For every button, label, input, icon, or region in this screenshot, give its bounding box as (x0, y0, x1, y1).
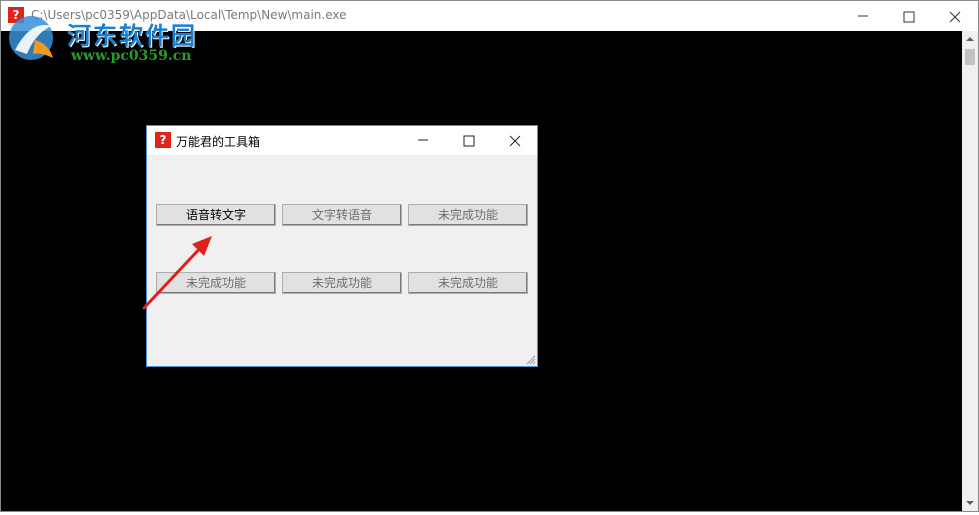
dialog-minimize-button[interactable] (400, 126, 446, 155)
scroll-down-arrow-icon[interactable] (962, 495, 978, 511)
dialog-maximize-button[interactable] (446, 126, 492, 155)
dialog-close-button[interactable] (492, 126, 538, 155)
maximize-icon (903, 11, 915, 23)
annotation-arrow-icon (142, 236, 212, 310)
scroll-up-arrow-icon[interactable] (962, 31, 978, 47)
unfinished-feature-button[interactable]: 未完成功能 (408, 272, 528, 294)
close-icon (949, 11, 961, 23)
question-mark-icon: ? (155, 132, 171, 148)
unfinished-feature-button[interactable]: 未完成功能 (408, 204, 528, 226)
maximize-icon (463, 135, 475, 147)
minimize-button[interactable] (840, 1, 886, 31)
outer-titlebar[interactable]: ? C:\Users\pc0359\AppData\Local\Temp\New… (1, 1, 978, 31)
speech-to-text-button[interactable]: 语音转文字 (156, 204, 276, 226)
text-to-speech-button[interactable]: 文字转语音 (282, 204, 402, 226)
maximize-button[interactable] (886, 1, 932, 31)
scrollbar-thumb[interactable] (965, 49, 975, 65)
dialog-title: 万能君的工具箱 (176, 135, 261, 149)
question-mark-icon: ? (8, 7, 24, 23)
vertical-scrollbar[interactable] (962, 31, 978, 511)
close-icon (509, 135, 521, 147)
resize-grip-icon[interactable] (524, 353, 536, 365)
window-title: C:\Users\pc0359\AppData\Local\Temp\New\m… (31, 8, 347, 22)
close-button[interactable] (932, 1, 978, 31)
minimize-icon (418, 139, 428, 141)
unfinished-feature-button[interactable]: 未完成功能 (282, 272, 402, 294)
dialog-titlebar[interactable]: ? 万能君的工具箱 (147, 126, 537, 155)
minimize-icon (858, 15, 868, 17)
